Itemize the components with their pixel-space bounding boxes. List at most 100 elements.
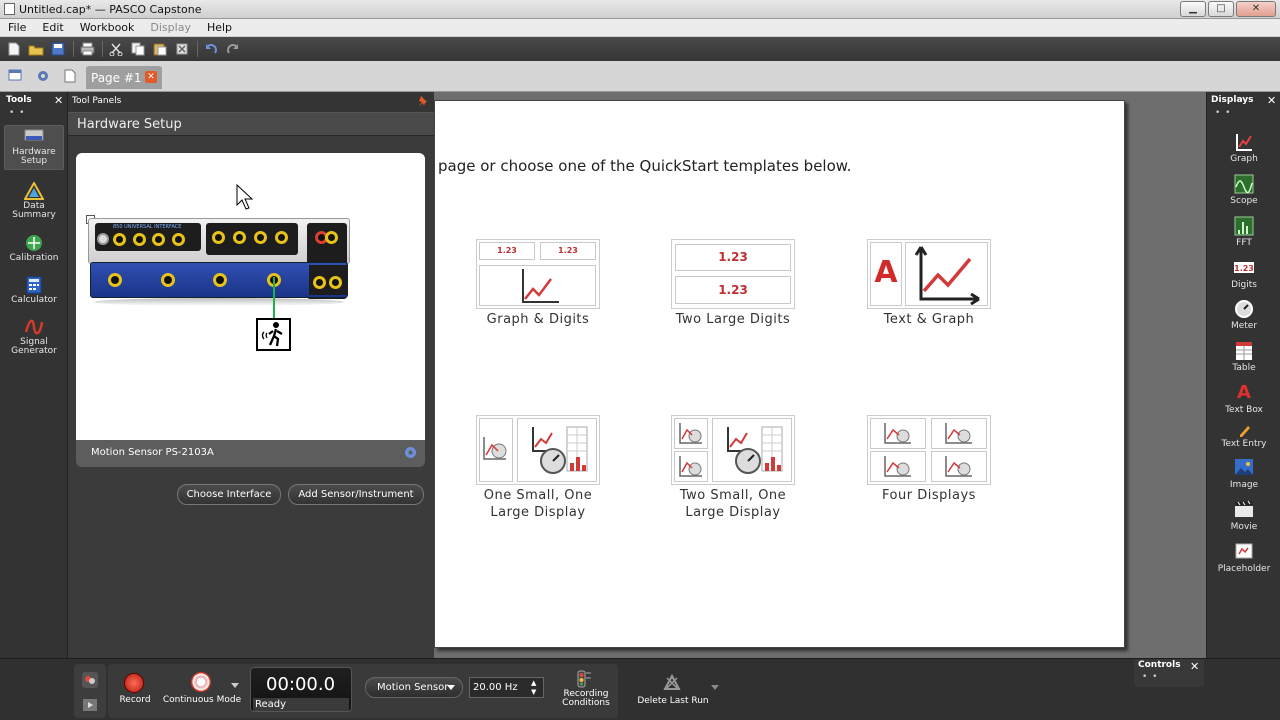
minimize-button[interactable]: ▁ bbox=[1180, 1, 1206, 17]
page-settings-icon[interactable] bbox=[36, 69, 50, 83]
tools-close-icon[interactable]: ✕ bbox=[54, 94, 63, 107]
svg-text:1.23: 1.23 bbox=[1234, 264, 1254, 273]
sensor-label-bar[interactable]: Motion Sensor PS-2103A bbox=[76, 440, 425, 467]
display-meter[interactable]: Meter bbox=[1209, 299, 1279, 331]
delete-last-run-icon[interactable] bbox=[663, 673, 681, 691]
tool-calculator[interactable]: Calculator bbox=[4, 274, 64, 308]
display-label: Meter bbox=[1230, 321, 1258, 331]
cut-icon[interactable] bbox=[107, 40, 125, 58]
digits-preview: 1.23 bbox=[675, 244, 791, 271]
recording-conditions-icon[interactable] bbox=[576, 670, 592, 688]
graph-icon bbox=[1234, 132, 1254, 152]
signal-generator-icon bbox=[24, 318, 44, 336]
delete-run-dropdown-icon[interactable] bbox=[711, 685, 719, 690]
display-image[interactable]: Image bbox=[1209, 458, 1279, 490]
tool-hardware-setup[interactable]: Hardware Setup bbox=[4, 125, 64, 170]
continuous-mode-icon[interactable] bbox=[191, 672, 211, 692]
display-digits[interactable]: 1.23 Digits bbox=[1209, 258, 1279, 290]
displays-close-icon[interactable]: ✕ bbox=[1267, 94, 1276, 107]
template-thumbnail bbox=[671, 415, 795, 485]
menu-workbook[interactable]: Workbook bbox=[72, 21, 143, 34]
mode-dropdown-icon[interactable] bbox=[231, 683, 239, 688]
choose-interface-button[interactable]: Choose Interface bbox=[177, 484, 281, 505]
template-label: One Small, One Large Display bbox=[483, 488, 593, 520]
sensor-cable bbox=[273, 277, 275, 318]
print-icon[interactable] bbox=[78, 40, 96, 58]
template-graph-digits[interactable]: 1.23 1.23 Graph & Digits bbox=[476, 239, 600, 328]
template-one-small-one-large[interactable]: One Small, One Large Display bbox=[476, 415, 600, 521]
rate-increase-icon[interactable]: ▲ bbox=[531, 679, 541, 687]
controls-palette: Controls ✕ • • bbox=[1134, 659, 1204, 687]
new-file-icon[interactable] bbox=[5, 40, 23, 58]
analog-port bbox=[275, 231, 288, 244]
display-label: Movie bbox=[1230, 522, 1258, 532]
tool-panels: Tool Panels Hardware Setup 850 UNIVERSAL… bbox=[68, 92, 434, 658]
paste-icon[interactable] bbox=[151, 40, 169, 58]
tool-label: Calculator bbox=[11, 295, 57, 305]
sample-rate-sensor-select[interactable]: Motion Sensor bbox=[365, 677, 463, 698]
display-movie[interactable]: Movie bbox=[1209, 500, 1279, 532]
template-text-graph[interactable]: A Text & Graph bbox=[867, 239, 991, 328]
redo-icon[interactable] bbox=[224, 40, 242, 58]
rate-decrease-icon[interactable]: ▼ bbox=[531, 688, 541, 696]
menu-help[interactable]: Help bbox=[199, 21, 240, 34]
display-text-entry[interactable]: Text Entry bbox=[1209, 423, 1279, 449]
elapsed-time-display: 00:00.0 Ready bbox=[250, 667, 352, 712]
display-graph[interactable]: Graph bbox=[1209, 132, 1279, 164]
controls-drag-handle[interactable]: • • bbox=[1142, 672, 1158, 682]
template-label: Two Small, One Large Display bbox=[679, 488, 787, 520]
maximize-button[interactable]: □ bbox=[1208, 1, 1234, 17]
menu-edit[interactable]: Edit bbox=[34, 21, 71, 34]
record-mode-icon[interactable] bbox=[82, 672, 98, 688]
copy-icon[interactable] bbox=[129, 40, 147, 58]
tool-calibration[interactable]: Calibration bbox=[4, 232, 64, 266]
template-four-displays[interactable]: Four Displays bbox=[867, 415, 991, 504]
digital-port bbox=[133, 233, 146, 246]
template-two-small-one-large[interactable]: Two Small, One Large Display bbox=[671, 415, 795, 521]
tools-palette: Tools ✕ • • Hardware Setup Data Summary … bbox=[0, 92, 68, 658]
workspace-area: page or choose one of the QuickStart tem… bbox=[434, 92, 1206, 658]
display-scope[interactable]: Scope bbox=[1209, 174, 1279, 206]
controls-close-icon[interactable]: ✕ bbox=[1190, 660, 1199, 673]
digits-preview: 1.23 bbox=[540, 242, 596, 260]
universal-interface-device[interactable]: 850 UNIVERSAL INTERFACE bbox=[88, 218, 350, 308]
display-table[interactable]: Table bbox=[1209, 341, 1279, 373]
delete-icon[interactable] bbox=[173, 40, 191, 58]
display-fft[interactable]: FFT bbox=[1209, 216, 1279, 248]
sensor-properties-gear-icon[interactable] bbox=[404, 446, 417, 459]
sensor-label: Motion Sensor PS-2103A bbox=[91, 447, 214, 458]
open-folder-icon[interactable] bbox=[27, 40, 45, 58]
calibration-icon bbox=[24, 234, 44, 252]
pin-icon[interactable] bbox=[418, 95, 428, 109]
tool-signal-generator[interactable]: Signal Generator bbox=[4, 316, 64, 356]
displays-drag-handle[interactable]: • • bbox=[1215, 108, 1231, 118]
template-two-large-digits[interactable]: 1.23 1.23 Two Large Digits bbox=[671, 239, 795, 328]
large-display-preview bbox=[517, 418, 597, 482]
motion-sensor-icon[interactable] bbox=[256, 318, 291, 351]
add-sensor-button[interactable]: Add Sensor/Instrument bbox=[288, 484, 424, 505]
playback-mode-icon[interactable] bbox=[82, 698, 98, 712]
small-display-preview bbox=[931, 451, 987, 482]
tool-data-summary[interactable]: Data Summary bbox=[4, 180, 64, 220]
save-icon[interactable] bbox=[49, 40, 67, 58]
menu-display[interactable]: Display bbox=[142, 21, 199, 34]
record-button[interactable] bbox=[124, 673, 144, 693]
hardware-setup-header: Hardware Setup bbox=[68, 112, 434, 136]
undo-icon[interactable] bbox=[202, 40, 220, 58]
tool-panels-title: Tool Panels bbox=[72, 96, 122, 106]
workbook-page[interactable]: page or choose one of the QuickStart tem… bbox=[434, 100, 1125, 648]
page-list-icon[interactable] bbox=[8, 69, 22, 83]
pasport-port bbox=[108, 273, 122, 287]
new-page-icon[interactable] bbox=[63, 69, 77, 83]
tab-label: Page #1 bbox=[91, 71, 142, 85]
hardware-canvas[interactable]: 850 UNIVERSAL INTERFACE bbox=[76, 153, 425, 440]
template-thumbnail: A bbox=[867, 239, 991, 309]
display-text-box[interactable]: A Text Box bbox=[1209, 383, 1279, 416]
tab-page-1[interactable]: Page #1 ✕ bbox=[86, 66, 162, 89]
close-window-button[interactable]: ✕ bbox=[1236, 1, 1276, 17]
close-tab-icon[interactable]: ✕ bbox=[145, 71, 157, 83]
tools-drag-handle[interactable]: • • bbox=[9, 108, 25, 118]
menu-file[interactable]: File bbox=[0, 21, 34, 34]
display-placeholder[interactable]: Placeholder bbox=[1209, 542, 1279, 574]
sample-rate-field[interactable]: 20.00 Hz ▲ ▼ bbox=[469, 677, 544, 698]
